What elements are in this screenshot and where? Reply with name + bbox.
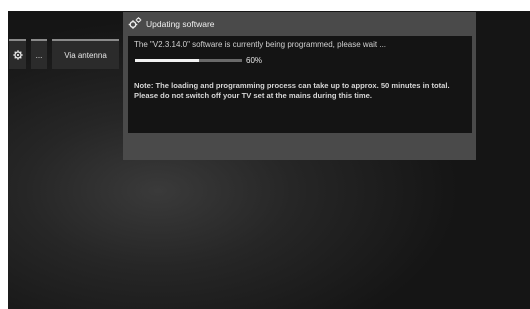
update-dialog: Updating software The "V2.3.14.0" softwa… xyxy=(123,12,476,160)
settings-tile[interactable] xyxy=(9,39,26,69)
dialog-body: The "V2.3.14.0" software is currently be… xyxy=(128,36,472,133)
dialog-header: Updating software xyxy=(128,14,215,34)
note-text: Note: The loading and programming proces… xyxy=(134,81,450,100)
status-message: The "V2.3.14.0" software is currently be… xyxy=(134,40,387,49)
gear-icon xyxy=(12,50,23,60)
source-tile-antenna[interactable]: Via antenna xyxy=(52,39,119,69)
tv-screen: ... Via antenna Updating software The "V… xyxy=(8,11,530,309)
more-tile[interactable]: ... xyxy=(31,39,47,69)
source-label: Via antenna xyxy=(64,50,107,60)
gears-icon xyxy=(128,17,142,31)
dialog-title: Updating software xyxy=(146,19,215,29)
progress-fill xyxy=(135,59,200,62)
more-label: ... xyxy=(35,50,43,60)
progress-bar xyxy=(135,59,242,62)
progress-percent: 60% xyxy=(246,56,263,65)
